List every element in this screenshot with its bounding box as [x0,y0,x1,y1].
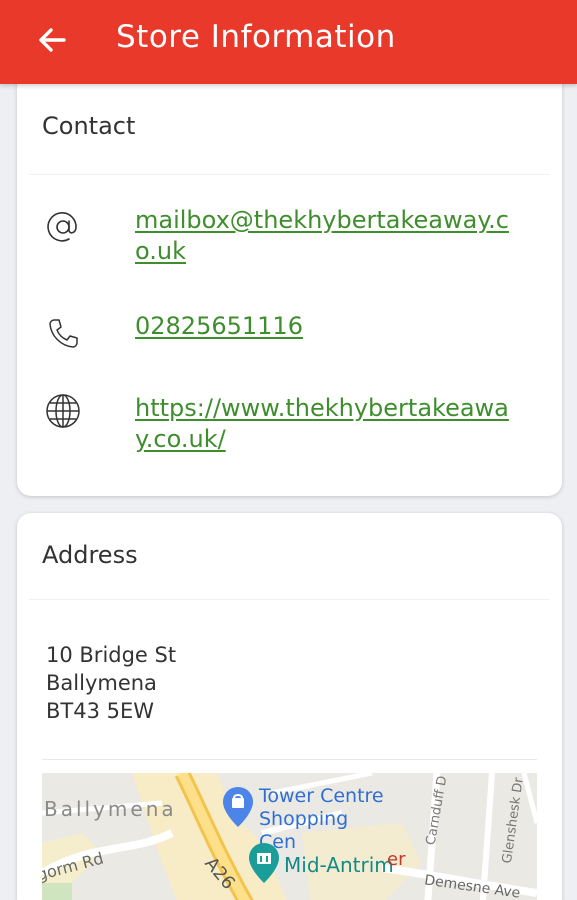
shopping-pin-icon [223,787,253,832]
museum-pin-icon [249,843,279,888]
map-town-label: Ballymena [44,797,177,821]
map-road-label: er [387,849,406,870]
address-line: BT43 5EW [46,699,155,723]
page-title: Store Information [116,19,396,55]
divider [42,759,537,760]
address-title: Address [42,541,138,569]
map-poi-label: Mid-Antrim [284,853,394,877]
map-view[interactable]: Ballymena Tower Centre Shopping Cen Mid-… [42,773,537,900]
email-link[interactable]: mailbox@thekhybertakeaway.co.uk [135,205,510,267]
globe-icon [43,391,83,431]
address-line: 10 Bridge St [46,643,177,667]
address-card: Address 10 Bridge St Ballymena BT43 5EW … [17,513,562,900]
at-sign-icon [43,207,83,247]
contact-card: Contact mailbox@thekhybertakeaway.co.uk … [17,82,562,496]
phone-icon [43,313,83,353]
website-link[interactable]: https://www.thekhybertakeaway.co.uk/ [135,393,510,455]
app-bar: Store Information [0,0,577,84]
arrow-left-icon [39,28,66,52]
divider [29,599,550,600]
contact-title: Contact [42,112,136,140]
divider [29,174,550,175]
address-text: 10 Bridge St Ballymena BT43 5EW [46,641,176,725]
back-button[interactable] [32,22,72,58]
address-line: Ballymena [46,671,157,695]
phone-link[interactable]: 02825651116 [135,311,510,342]
